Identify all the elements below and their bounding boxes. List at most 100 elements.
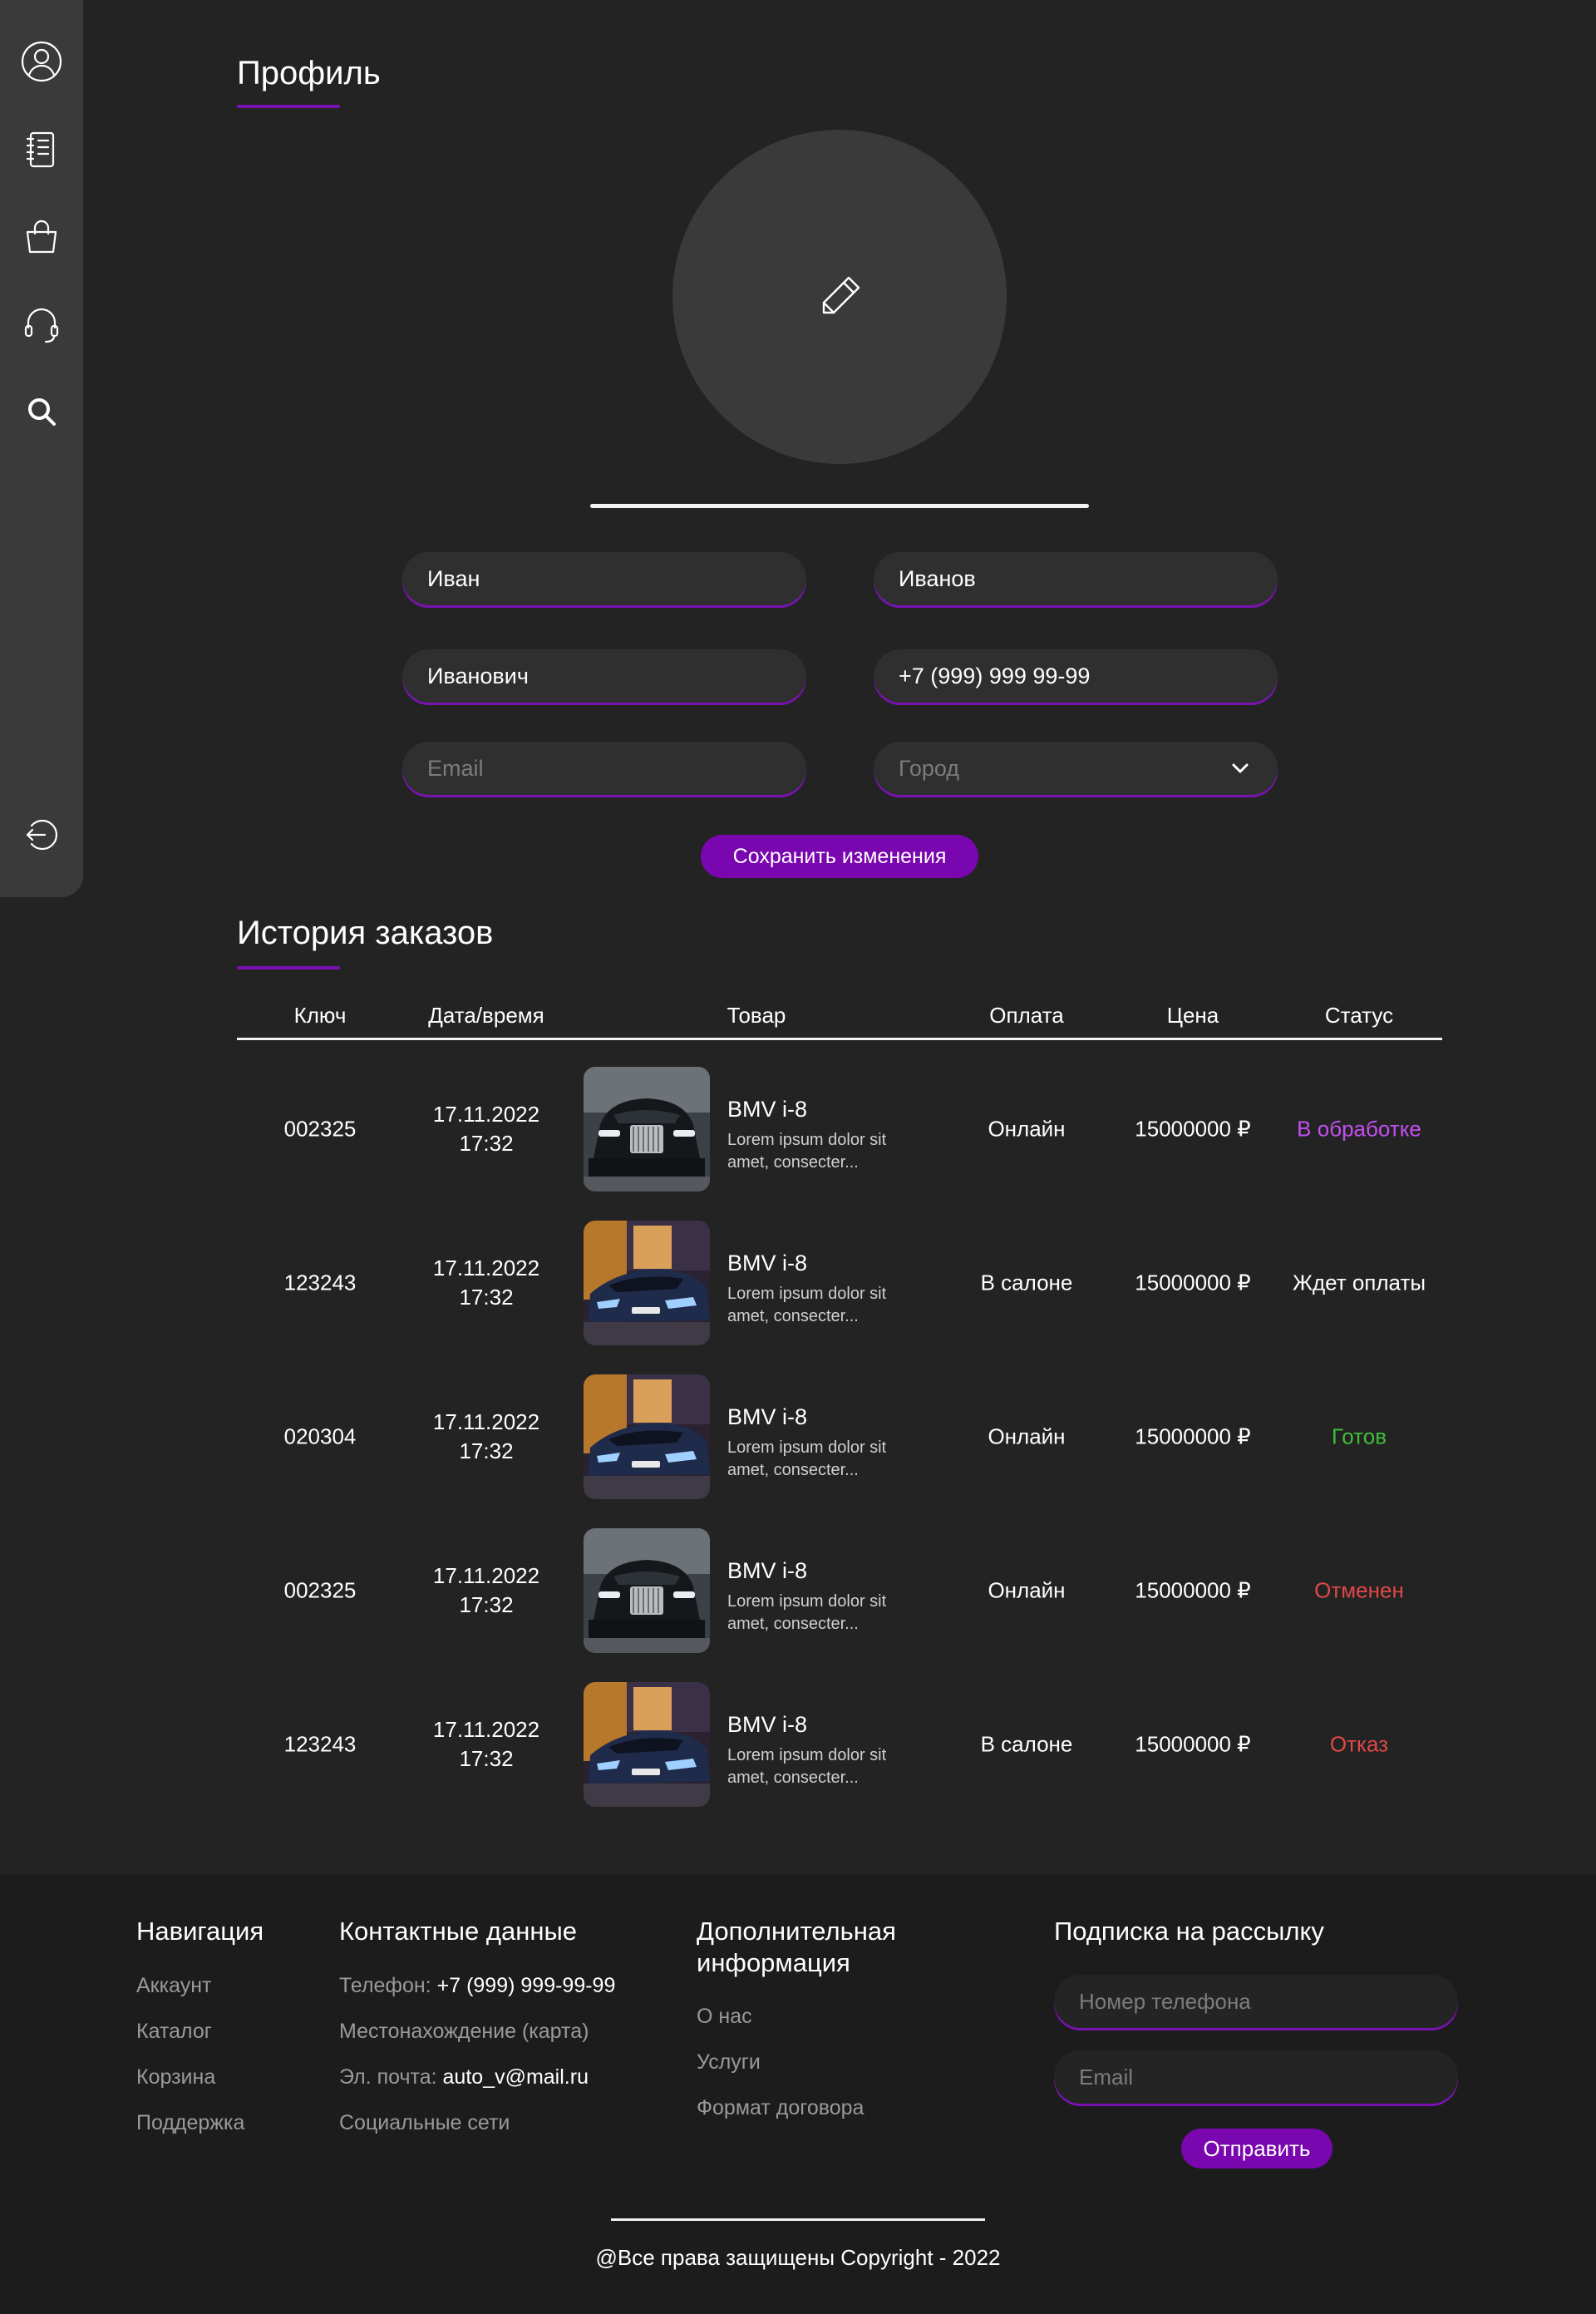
subscribe-phone-input[interactable] <box>1079 1988 1458 2015</box>
column-header: Ключ <box>293 1003 347 1028</box>
order-date: 17.11.2022 <box>432 1256 540 1280</box>
order-key: 123243 <box>283 1731 357 1757</box>
product-name[interactable]: BMV i-8 <box>727 1251 807 1276</box>
status-badge: Отменен <box>1314 1577 1404 1603</box>
footer-social-link[interactable]: Социальные сети <box>339 2111 510 2135</box>
send-button[interactable]: Отправить <box>1181 2129 1332 2168</box>
info-title-line1: Дополнительная <box>697 1917 896 1946</box>
footer-contacts-title: Контактные данные <box>339 1917 577 1946</box>
column-header: Оплата <box>989 1003 1064 1028</box>
subscribe-phone-field[interactable] <box>1054 1975 1458 2028</box>
notebook-icon[interactable] <box>12 120 71 180</box>
order-time: 17:32 <box>459 1131 514 1156</box>
avatar[interactable] <box>672 130 1007 464</box>
footer-link-catalog[interactable]: Каталог <box>136 2020 212 2044</box>
title-underline <box>237 105 340 108</box>
order-date: 17.11.2022 <box>432 1717 540 1742</box>
product-description: Lorem ipsum dolor sit amet, consecter... <box>727 1438 887 1479</box>
headset-icon[interactable] <box>12 294 71 354</box>
copyright: @Все права защищены Copyright - 2022 <box>595 2245 1001 2270</box>
patronymic-input[interactable] <box>427 663 781 689</box>
order-payment: В салоне <box>980 1731 1073 1757</box>
product-description: Lorem ipsum dolor sit amet, consecter... <box>727 1131 887 1172</box>
order-datetime: 17.11.2022 17:32 <box>433 1562 539 1620</box>
order-price: 15000000 ₽ <box>1135 1270 1251 1295</box>
table-row[interactable]: 002325 17.11.2022 17:32 BMV i-8 Lorem ipsum… <box>0 1528 1596 1653</box>
order-datetime: 17.11.2022 17:32 <box>433 1715 539 1774</box>
chevron-down-icon[interactable] <box>1228 756 1253 781</box>
order-price: 15000000 ₽ <box>1135 1577 1251 1603</box>
table-row[interactable]: 123243 17.11.2022 17:32 BMV i-8 Lorem ipsum… <box>0 1221 1596 1345</box>
product-image[interactable] <box>584 1528 710 1653</box>
city-select[interactable]: Город <box>874 742 1278 795</box>
info-title-line2: информация <box>697 1948 850 1977</box>
pencil-icon <box>822 276 860 314</box>
footer-nav-title: Навигация <box>136 1917 264 1946</box>
order-payment: Онлайн <box>988 1577 1066 1603</box>
subscribe-email-field[interactable] <box>1054 2050 1458 2104</box>
first-name-input[interactable] <box>427 565 781 592</box>
product-image[interactable] <box>584 1374 710 1499</box>
order-payment: Онлайн <box>988 1116 1066 1142</box>
order-time: 17:32 <box>459 1285 514 1310</box>
last-name-field[interactable] <box>874 552 1278 605</box>
order-key: 123243 <box>283 1270 357 1295</box>
search-icon[interactable] <box>12 382 71 442</box>
avatar-divider <box>590 504 1089 508</box>
email-input[interactable] <box>427 755 781 782</box>
city-placeholder: Город <box>899 755 960 781</box>
email-value[interactable]: auto_v@mail.ru <box>443 2065 589 2089</box>
order-date: 17.11.2022 <box>432 1409 540 1434</box>
subscribe-email-input[interactable] <box>1079 2064 1458 2090</box>
product-name[interactable]: BMV i-8 <box>727 1097 807 1122</box>
order-price: 15000000 ₽ <box>1135 1731 1251 1757</box>
last-name-input[interactable] <box>899 565 1253 592</box>
phone-input[interactable] <box>899 663 1253 689</box>
status-badge: Ждет оплаты <box>1292 1270 1426 1295</box>
orders-title: История заказов <box>237 915 494 951</box>
footer-divider <box>611 2218 985 2221</box>
footer-link-cart[interactable]: Корзина <box>136 2065 215 2090</box>
footer-link-contract[interactable]: Формат договора <box>697 2096 864 2120</box>
email-field[interactable] <box>402 742 806 795</box>
shopping-bag-icon[interactable] <box>12 207 71 267</box>
product-image[interactable] <box>584 1682 710 1807</box>
profile-title: Профиль <box>237 55 381 91</box>
product-description: Lorem ipsum dolor sit amet, consecter... <box>727 1285 887 1325</box>
order-date: 17.11.2022 <box>432 1102 540 1127</box>
order-datetime: 17.11.2022 17:32 <box>433 1408 539 1466</box>
save-button[interactable]: Сохранить изменения <box>701 835 978 878</box>
footer-link-about[interactable]: О нас <box>697 2005 752 2029</box>
product-description: Lorem ipsum dolor sit amet, consecter... <box>727 1592 887 1633</box>
table-row[interactable]: 002325 17.11.2022 17:32 BMV i-8 Lorem ipsum… <box>0 1067 1596 1192</box>
status-badge: Готов <box>1331 1423 1387 1449</box>
footer-link-account[interactable]: Аккаунт <box>136 1974 211 1998</box>
phone-value[interactable]: +7 (999) 999-99-99 <box>437 1974 616 1997</box>
product-name[interactable]: BMV i-8 <box>727 1404 807 1430</box>
phone-field[interactable] <box>874 649 1278 703</box>
footer-link-services[interactable]: Услуги <box>697 2050 761 2075</box>
patronymic-field[interactable] <box>402 649 806 703</box>
table-row[interactable]: 123243 17.11.2022 17:32 BMV i-8 Lorem ipsum… <box>0 1682 1596 1807</box>
product-name[interactable]: BMV i-8 <box>727 1558 807 1584</box>
status-badge: Отказ <box>1329 1731 1389 1757</box>
order-payment: Онлайн <box>988 1423 1066 1449</box>
order-datetime: 17.11.2022 17:32 <box>433 1254 539 1312</box>
table-divider <box>237 1038 1442 1040</box>
email-label: Эл. почта: <box>339 2065 437 2089</box>
footer-location-link[interactable]: Местонахождение (карта) <box>339 2020 589 2044</box>
order-time: 17:32 <box>459 1746 514 1771</box>
footer-phone: Телефон: +7 (999) 999-99-99 <box>339 1974 615 1998</box>
product-image[interactable] <box>584 1067 710 1192</box>
logout-icon[interactable] <box>12 805 71 865</box>
user-icon[interactable] <box>12 32 71 91</box>
footer-email: Эл. почта: auto_v@mail.ru <box>339 2065 589 2090</box>
order-datetime: 17.11.2022 17:32 <box>433 1100 539 1158</box>
first-name-field[interactable] <box>402 552 806 605</box>
column-header: Товар <box>727 1003 786 1028</box>
order-key: 020304 <box>283 1423 357 1449</box>
footer-link-support[interactable]: Поддержка <box>136 2111 244 2135</box>
product-name[interactable]: BMV i-8 <box>727 1712 807 1738</box>
table-row[interactable]: 020304 17.11.2022 17:32 BMV i-8 Lorem ipsum… <box>0 1374 1596 1499</box>
product-image[interactable] <box>584 1221 710 1345</box>
